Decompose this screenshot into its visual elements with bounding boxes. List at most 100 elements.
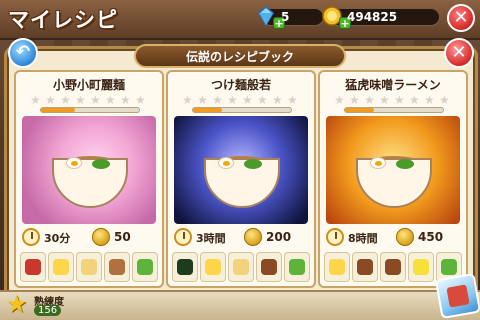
ingredient-slot[interactable] xyxy=(352,252,378,282)
dried-fish-icon xyxy=(109,259,125,275)
star-icon: ★ xyxy=(45,93,56,107)
egg-icon xyxy=(329,259,345,275)
page-title: マイレシピ xyxy=(8,8,118,32)
recipe-card[interactable]: つけ麺般若★★★★★★★★ XP1620 14 x135 3時間 200 xyxy=(166,70,316,288)
greens-topping xyxy=(92,159,110,169)
ingredient-slot[interactable] xyxy=(200,252,226,282)
clock-icon xyxy=(326,228,344,246)
ingredient-slot[interactable] xyxy=(284,252,310,282)
top-close-button[interactable]: ✕ xyxy=(447,4,475,32)
ingredient-slot[interactable] xyxy=(104,252,130,282)
green-onion-icon xyxy=(137,259,153,275)
book-title: 伝説のレシピブック xyxy=(185,50,294,64)
sell-price: 200 xyxy=(266,230,292,244)
back-button[interactable]: ↶ xyxy=(8,38,38,68)
star-icon: ★ xyxy=(197,93,208,107)
gem-counter[interactable]: + 5 xyxy=(258,6,324,29)
ingredient-slot[interactable] xyxy=(132,252,158,282)
coin-icon xyxy=(244,228,262,246)
proficiency-display: ★ 熟練度 156 xyxy=(6,292,76,318)
recipe-name: 猛虎味噌ラーメン xyxy=(345,78,441,92)
chashu-pork-icon xyxy=(357,259,373,275)
ingredient-slot[interactable] xyxy=(172,252,198,282)
cook-time: 3時間 xyxy=(196,232,226,245)
sell-price: 50 xyxy=(114,230,131,244)
ingredient-slot[interactable] xyxy=(228,252,254,282)
recipe-card[interactable]: 小野小町麗麺★★★★★★★★ XP570 12 x40 30分 50 xyxy=(14,70,164,288)
recipe-name: 小野小町麗麺 xyxy=(52,78,125,92)
star-icon: ★ xyxy=(287,93,298,107)
bowl xyxy=(52,158,128,208)
star-icon: ★ xyxy=(424,93,435,107)
coin-icon xyxy=(396,228,414,246)
star-rating: ★ ★ ★ ★ ★ ★ ★ ★ xyxy=(334,94,454,106)
ingredient-slot[interactable] xyxy=(408,252,434,282)
mastery-progress-fill xyxy=(345,108,374,112)
coin-counter[interactable]: + 494825 xyxy=(322,6,440,29)
clock-icon xyxy=(174,228,192,246)
proficiency-value: 156 xyxy=(34,305,62,316)
star-icon: ★ xyxy=(182,93,193,107)
noodles-icon xyxy=(81,259,97,275)
bowl xyxy=(356,158,432,208)
chashu-pork-icon xyxy=(385,259,401,275)
ingredient-slot[interactable] xyxy=(48,252,74,282)
star-icon: ★ xyxy=(257,93,268,107)
bowl xyxy=(204,158,280,208)
mastery-progress-bar xyxy=(40,107,140,113)
star-icon: ★ xyxy=(30,93,41,107)
close-icon: ✕ xyxy=(453,7,469,28)
ingredient-slot[interactable] xyxy=(380,252,406,282)
greens-topping xyxy=(396,159,414,169)
mastery-progress-bar xyxy=(344,107,444,113)
ingredient-slot[interactable] xyxy=(256,252,282,282)
coin-count: 494825 xyxy=(347,10,398,24)
chashu-pork-icon xyxy=(261,259,277,275)
coin-icon xyxy=(92,228,110,246)
back-arrow-icon: ↶ xyxy=(15,42,31,62)
ingredient-list xyxy=(172,252,312,284)
star-icon: ★ xyxy=(135,93,146,107)
recipe-meta: 30分 50 xyxy=(22,228,156,248)
star-icon: ★ xyxy=(105,93,116,107)
ingredient-slot[interactable] xyxy=(324,252,350,282)
star-icon: ★ xyxy=(394,93,405,107)
ingredient-list xyxy=(20,252,160,284)
noodles-icon xyxy=(233,259,249,275)
cook-time: 30分 xyxy=(44,232,71,245)
recipe-book-icon[interactable] xyxy=(434,272,480,320)
close-icon: ✕ xyxy=(451,42,467,63)
close-button[interactable]: ✕ xyxy=(444,38,474,68)
book-title-banner: 伝説のレシピブック xyxy=(134,44,346,68)
mastery-progress-fill xyxy=(193,108,222,112)
star-icon: ★ xyxy=(212,93,223,107)
egg-topping xyxy=(370,157,386,169)
star-icon: ★ xyxy=(242,93,253,107)
recipe-meta: 8時間 450 xyxy=(326,228,460,248)
star-icon: ★ xyxy=(90,93,101,107)
star-icon: ★ xyxy=(349,93,360,107)
star-icon: ★ xyxy=(227,93,238,107)
green-onion-icon xyxy=(289,259,305,275)
clock-icon xyxy=(22,228,40,246)
star-icon: ★ xyxy=(272,93,283,107)
star-icon: ★ xyxy=(334,93,345,107)
sell-price: 450 xyxy=(418,230,444,244)
ingredient-slot[interactable] xyxy=(20,252,46,282)
mastery-progress-bar xyxy=(192,107,292,113)
star-rating: ★ ★ ★ ★ ★ ★ ★ ★ xyxy=(182,94,302,106)
recipe-card[interactable]: 猛虎味噌ラーメン★ ★ ★ ★ ★ ★ ★ ★ XP4320 14 x225 8時間 450 xyxy=(318,70,468,288)
mastery-progress-fill xyxy=(41,108,75,112)
seaweed-icon xyxy=(177,259,193,275)
star-icon: ★ xyxy=(60,93,71,107)
recipe-image: XP1620 14 x135 xyxy=(174,116,308,224)
star-icon: ★ xyxy=(6,290,28,318)
recipe-image: XP4320 14 x225 xyxy=(326,116,460,224)
cook-time: 8時間 xyxy=(348,232,378,245)
chili-sauce-icon xyxy=(25,259,41,275)
corn-icon xyxy=(413,259,429,275)
top-bar: マイレシピ + 5 + 494825 ✕ xyxy=(0,0,480,40)
ingredient-slot[interactable] xyxy=(76,252,102,282)
recipe-meta: 3時間 200 xyxy=(174,228,308,248)
star-icon: ★ xyxy=(409,93,420,107)
